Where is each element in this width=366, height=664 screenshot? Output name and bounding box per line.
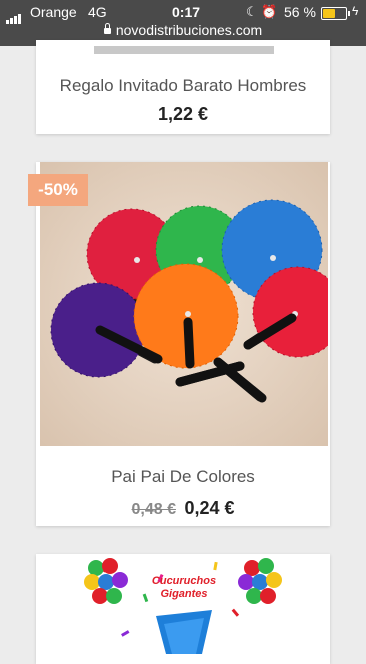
banner-text: Cucuruchos Gigantes bbox=[152, 575, 216, 600]
alarm-icon: ⏰ bbox=[261, 4, 278, 19]
product-card[interactable]: Cucuruchos Gigantes bbox=[36, 554, 330, 664]
old-price: 0,48 € bbox=[131, 501, 176, 518]
product-card[interactable]: Regalo Invitado Barato Hombres 1,22 € bbox=[36, 40, 330, 134]
price-row: 0,48 € 0,24 € bbox=[36, 498, 330, 519]
battery-percent: 56 % bbox=[284, 4, 316, 20]
url-text: novodistribuciones.com bbox=[115, 22, 263, 38]
moon-icon: ☾ bbox=[246, 4, 258, 19]
charging-icon: ϟ bbox=[352, 4, 359, 18]
lock-icon bbox=[103, 23, 111, 34]
network-label: 4G bbox=[88, 4, 107, 20]
product-title[interactable]: Pai Pai De Colores bbox=[36, 467, 330, 487]
discount-badge: -50% bbox=[28, 174, 88, 206]
product-card[interactable]: Pai Pai De Colores 0,48 € 0,24 € bbox=[36, 162, 330, 526]
battery-icon bbox=[321, 7, 350, 20]
product-price: 1,22 € bbox=[157, 104, 209, 124]
clock: 0:17 bbox=[172, 4, 201, 20]
product-image[interactable] bbox=[94, 46, 274, 54]
carrier-label: Orange bbox=[30, 4, 77, 20]
product-price: 0,24 € bbox=[184, 498, 235, 518]
product-image[interactable]: Cucuruchos Gigantes bbox=[84, 554, 284, 654]
product-title[interactable]: Regalo Invitado Barato Hombres bbox=[36, 76, 330, 96]
address-bar[interactable]: novodistribuciones.com bbox=[0, 22, 366, 38]
